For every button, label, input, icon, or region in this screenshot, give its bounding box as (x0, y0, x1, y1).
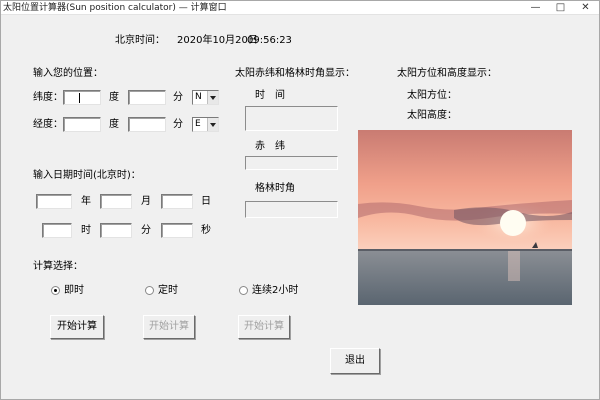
altitude-label: 太阳高度： (407, 110, 457, 121)
sun-disc (500, 210, 526, 236)
datetime-header: 输入日期时间(北京时)： (33, 170, 141, 181)
sunset-image (358, 130, 572, 305)
minute-input[interactable] (100, 223, 132, 238)
latitude-degree-input[interactable] (63, 90, 101, 105)
month-input[interactable] (100, 194, 132, 209)
latitude-minute-input[interactable] (128, 90, 166, 105)
latitude-direction-select[interactable]: N (192, 90, 219, 105)
latitude-degree-unit: 度 (109, 92, 119, 103)
sun-reflection (508, 251, 520, 281)
chevron-down-icon[interactable] (207, 118, 218, 131)
day-input[interactable] (161, 194, 193, 209)
minute-unit: 分 (141, 225, 151, 236)
clock-time: 09:56:23 (247, 35, 292, 46)
close-button[interactable]: ✕ (573, 1, 598, 15)
latitude-label: 纬度： (33, 92, 63, 103)
sunset-svg (358, 130, 572, 305)
longitude-minute-unit: 分 (173, 119, 183, 130)
clock-label: 北京时间： (115, 35, 165, 46)
horizon-line (358, 249, 572, 251)
month-unit: 月 (141, 196, 151, 207)
longitude-label: 经度： (33, 119, 63, 130)
sea (358, 250, 572, 305)
start-calc-continuous-button[interactable]: 开始计算 (238, 315, 290, 339)
window-title: 太阳位置计算器(Sun position calculator) — 计算窗口 (3, 3, 227, 13)
longitude-direction-select[interactable]: E (192, 117, 219, 132)
start-calc-instant-button[interactable]: 开始计算 (50, 315, 104, 339)
hour-unit: 时 (81, 225, 91, 236)
longitude-direction-value: E (195, 119, 201, 129)
declination-display (245, 156, 338, 170)
solar-header: 太阳赤纬和格林时角显示： (235, 68, 355, 79)
exit-button[interactable]: 退出 (330, 348, 380, 374)
hour-input[interactable] (42, 223, 72, 238)
longitude-minute-input[interactable] (128, 117, 166, 132)
latitude-minute-unit: 分 (173, 92, 183, 103)
radio-timed-label[interactable]: 定时 (158, 284, 178, 298)
title-bar: 太阳位置计算器(Sun position calculator) — 计算窗口 … (1, 1, 599, 15)
clock-date: 2020年10月20日 (177, 35, 258, 46)
calc-header: 计算选择： (33, 261, 83, 272)
minimize-button[interactable]: — (523, 1, 548, 15)
maximize-button[interactable]: □ (548, 1, 573, 15)
time-display-label: 时 间 (255, 90, 285, 101)
latitude-direction-value: N (195, 92, 202, 102)
day-unit: 日 (201, 196, 211, 207)
calculator-window: 太阳位置计算器(Sun position calculator) — 计算窗口 … (0, 0, 600, 400)
longitude-degree-unit: 度 (109, 119, 119, 130)
azimuth-label: 太阳方位： (407, 90, 457, 101)
second-input[interactable] (161, 223, 193, 238)
start-calc-timed-button[interactable]: 开始计算 (143, 315, 195, 339)
time-display (245, 106, 338, 131)
longitude-degree-input[interactable] (63, 117, 101, 132)
declination-label: 赤 纬 (255, 141, 285, 152)
radio-continuous-label[interactable]: 连续2小时 (252, 284, 298, 298)
radio-instant-label[interactable]: 即时 (64, 284, 84, 298)
radio-timed[interactable] (145, 286, 154, 295)
radio-instant[interactable] (51, 286, 60, 295)
hour-angle-label: 格林时角 (255, 183, 295, 194)
hour-angle-display (245, 201, 338, 218)
year-unit: 年 (81, 196, 91, 207)
sun-header: 太阳方位和高度显示： (397, 68, 497, 79)
location-header: 输入您的位置： (33, 68, 103, 79)
second-unit: 秒 (201, 225, 211, 236)
radio-continuous[interactable] (239, 286, 248, 295)
year-input[interactable] (36, 194, 72, 209)
text-cursor (79, 93, 80, 103)
chevron-down-icon[interactable] (207, 91, 218, 104)
